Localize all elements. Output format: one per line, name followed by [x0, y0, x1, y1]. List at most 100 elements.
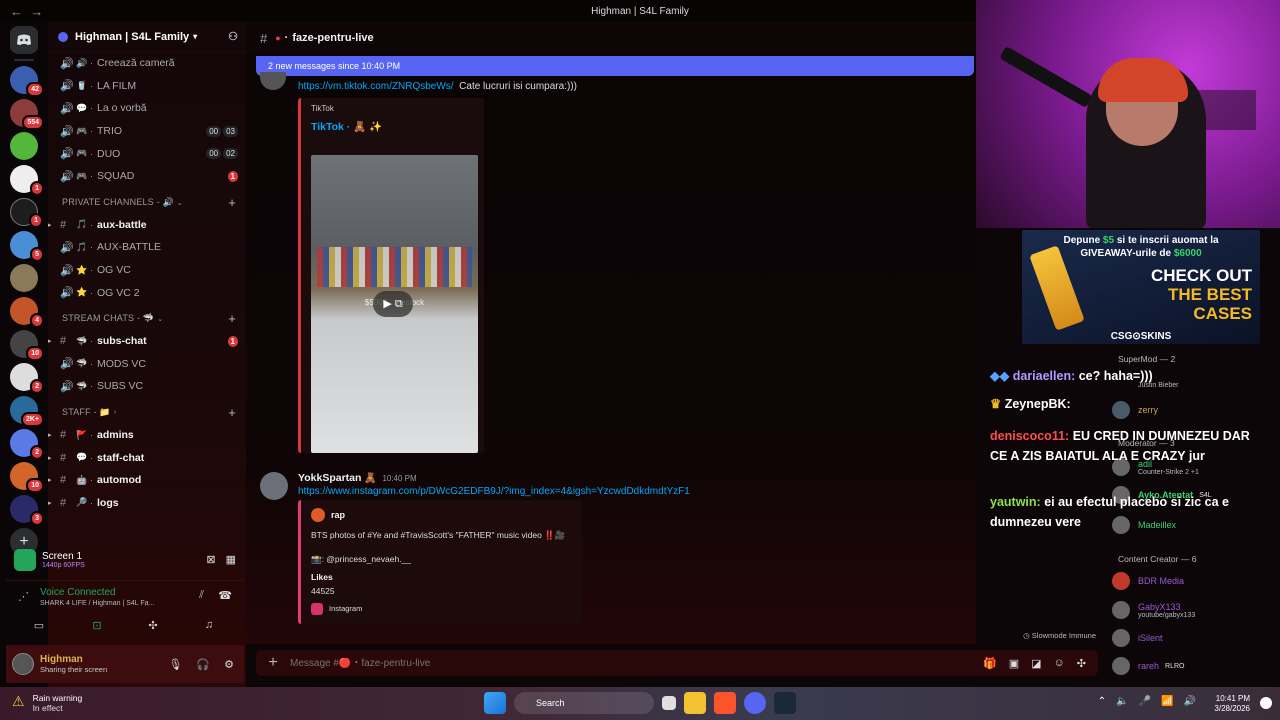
new-messages-bar[interactable]: 2 new messages since 10:40 PM: [256, 56, 974, 76]
gear-icon[interactable]: ⚙: [224, 658, 234, 671]
channel-item[interactable]: 🔊 🔊 · Creează cameră: [48, 52, 246, 75]
volume-icon[interactable]: 🔈: [1116, 696, 1128, 707]
server-icon[interactable]: 2: [10, 429, 44, 460]
channel-item[interactable]: ▸ # 🚩 · admins: [48, 424, 246, 447]
category-staff[interactable]: STAFF - 📁 › +: [48, 402, 246, 424]
category-stream-chats[interactable]: STREAM CHATS - 🦈 ⌄ +: [48, 308, 246, 330]
discord-home-icon[interactable]: [10, 26, 38, 54]
wifi-icon[interactable]: 📶: [1161, 696, 1173, 707]
channel-item[interactable]: 🔊 🎮 · TRIO 00 03: [48, 120, 246, 143]
member-item[interactable]: BDR Media: [1108, 570, 1280, 592]
server-icon[interactable]: [10, 132, 38, 160]
voice-channel-name[interactable]: SHARK 4 LIFE / Highman | S4L Fa...: [40, 600, 154, 607]
unread-badge: 2K+: [20, 412, 44, 427]
role-header: SuperMod — 2: [1118, 354, 1176, 364]
member-item[interactable]: GabyX133 youtube/gabyx133: [1108, 599, 1280, 621]
microphone-icon[interactable]: 🎤: [1139, 696, 1151, 707]
disconnect-icon[interactable]: ☎: [218, 589, 232, 602]
avatar[interactable]: [12, 653, 34, 675]
clock[interactable]: 10:41 PM 3/28/2026: [1214, 694, 1250, 714]
add-attachment-icon[interactable]: +: [256, 654, 290, 672]
search-box[interactable]: Search: [514, 692, 654, 714]
separator: ·: [90, 80, 93, 91]
gif-icon[interactable]: ▣: [1009, 657, 1019, 670]
message-list[interactable]: 2 new messages since 10:40 PM https://vm…: [246, 54, 1096, 644]
discord-icon[interactable]: [744, 692, 766, 714]
volume-icon[interactable]: 🔊: [1184, 696, 1196, 707]
server-icon[interactable]: 2K+: [10, 396, 44, 427]
apps-icon[interactable]: ✣: [1077, 657, 1086, 670]
server-icon[interactable]: 554: [10, 99, 44, 130]
server-header[interactable]: Highman | S4L Family ▾ ⚇: [48, 22, 246, 52]
channel-item[interactable]: 🔊 💬 · La o vorbă: [48, 97, 246, 120]
message-input[interactable]: [290, 657, 890, 669]
chat-line: yautwin: ei au efectul placebo si zic ca…: [990, 492, 1250, 532]
share-screen-icon[interactable]: ⊡: [90, 619, 104, 633]
channel-item[interactable]: 🔊 🎮 · DUO 00 02: [48, 142, 246, 165]
channel-item[interactable]: ▸ # 🔎 · logs: [48, 492, 246, 515]
steam-icon[interactable]: [774, 692, 796, 714]
server-icon[interactable]: [10, 264, 38, 292]
weather-widget[interactable]: ⚠ Rain warning In effect: [12, 693, 82, 713]
hash-icon: #: [60, 335, 67, 348]
emoji-icon[interactable]: ☺: [1054, 657, 1065, 670]
brave-icon[interactable]: [714, 692, 736, 714]
server-icon[interactable]: 5: [10, 231, 44, 262]
chevron-up-icon[interactable]: ⌃: [1098, 696, 1106, 707]
create-channel-icon[interactable]: +: [228, 311, 236, 326]
noise-suppression-icon[interactable]: ⫽: [199, 589, 204, 602]
avatar[interactable]: [260, 472, 288, 500]
task-view-icon[interactable]: [662, 696, 676, 710]
gift-icon[interactable]: 🎁: [983, 657, 997, 670]
server-icon[interactable]: 10: [10, 330, 44, 361]
channel-item[interactable]: 🔊 🎮 · SQUAD 1: [48, 165, 246, 188]
invite-people-icon[interactable]: ⚇: [228, 30, 238, 43]
camera-off-icon[interactable]: ▭: [32, 619, 46, 633]
channel-item[interactable]: 🔊 🦈 · SUBS VC: [48, 375, 246, 398]
channel-item[interactable]: ▸ # 🦈 · subs-chat 1: [48, 330, 246, 353]
member-item[interactable]: rareh RLRO: [1108, 655, 1280, 677]
embed-title[interactable]: TikTok · 🧸 ✨: [311, 120, 382, 133]
channel-item[interactable]: 🔊 🥤 · LA FILM: [48, 75, 246, 98]
file-explorer-icon[interactable]: [684, 692, 706, 714]
channel-item[interactable]: 🔊 🎵 · AUX-BATTLE: [48, 236, 246, 259]
avatar[interactable]: [260, 72, 286, 90]
microphone-icon[interactable]: 🎙: [168, 658, 182, 671]
soundboard-icon[interactable]: ♫: [202, 619, 216, 633]
category-label: STREAM CHATS - 🦈: [62, 313, 155, 324]
create-channel-icon[interactable]: +: [228, 405, 236, 420]
message-link[interactable]: https://www.instagram.com/p/DWcG2EDFB9J/…: [298, 486, 690, 497]
stream-settings-icon[interactable]: ▦: [226, 553, 236, 566]
embed-author[interactable]: rap: [331, 510, 345, 520]
category-private-channels[interactable]: PRIVATE CHANNELS - 🔊 ⌄ +: [48, 192, 246, 214]
notification-icon[interactable]: [1260, 697, 1272, 709]
channel-header: # ● · faze-pentru-live: [246, 22, 976, 54]
channel-item[interactable]: 🔊 ⭐ · OG VC 2: [48, 281, 246, 304]
channel-item[interactable]: ▸ # 🤖 · automod: [48, 469, 246, 492]
channel-item[interactable]: 🔊 ⭐ · OG VC: [48, 259, 246, 282]
start-icon[interactable]: [484, 692, 506, 714]
activities-icon[interactable]: ✣: [146, 619, 160, 633]
channel-emoji-icon: 🤖: [76, 474, 88, 485]
headphones-icon[interactable]: 🎧: [196, 658, 210, 671]
sticker-icon[interactable]: ◪: [1031, 657, 1041, 670]
message-author[interactable]: YokkSpartan: [298, 472, 361, 484]
create-channel-icon[interactable]: +: [228, 195, 236, 210]
signal-icon[interactable]: ⋰: [18, 590, 29, 603]
channel-item[interactable]: ▸ # 💬 · staff-chat: [48, 446, 246, 469]
server-icon[interactable]: 1: [10, 165, 44, 196]
play-icon[interactable]: ▶ ⧉: [373, 291, 413, 317]
server-icon[interactable]: 3: [10, 495, 44, 526]
message-link[interactable]: https://vm.tiktok.com/ZNRQsbeWs/: [298, 81, 454, 92]
server-icon[interactable]: 2: [10, 363, 44, 394]
stop-stream-icon[interactable]: ⊠: [206, 553, 215, 566]
channel-item[interactable]: 🔊 🦈 · MODS VC: [48, 353, 246, 376]
unread-indicator-icon: ▸: [48, 499, 52, 507]
server-icon[interactable]: 10: [10, 462, 44, 493]
channel-item[interactable]: ▸ # 🎵 · aux-battle: [48, 214, 246, 237]
server-icon[interactable]: 1: [10, 198, 43, 228]
server-icon[interactable]: 4: [10, 297, 44, 328]
video-thumbnail[interactable]: $5000 ... restock ▶ ⧉: [311, 155, 478, 453]
server-icon[interactable]: 42: [10, 66, 44, 97]
member-item[interactable]: iSilent: [1108, 627, 1280, 649]
